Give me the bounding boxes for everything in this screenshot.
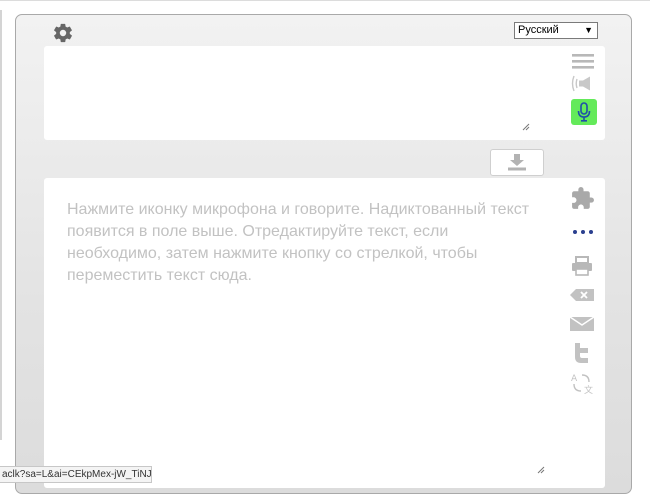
left-edge	[0, 10, 2, 440]
result-placeholder: Нажмите иконку микрофона и говорите. Над…	[67, 201, 530, 284]
dropdown-arrow-icon: ▼	[584, 25, 593, 35]
menu-icon[interactable]	[572, 53, 594, 69]
language-select[interactable]: Русский ▼	[514, 22, 598, 39]
language-select-value: Русский	[518, 24, 559, 36]
puzzle-icon[interactable]	[570, 186, 595, 211]
svg-text:A: A	[571, 374, 578, 384]
dictation-input-area[interactable]	[44, 46, 605, 140]
email-icon[interactable]	[570, 317, 594, 331]
more-icon[interactable]	[571, 228, 595, 236]
speaker-icon[interactable]	[571, 75, 593, 92]
resize-handle-icon[interactable]	[522, 123, 530, 131]
print-icon[interactable]	[571, 256, 593, 276]
resize-handle-icon[interactable]	[537, 466, 545, 474]
microphone-icon	[577, 102, 591, 122]
window-top-border	[0, 0, 650, 1]
twitter-icon[interactable]	[573, 343, 590, 363]
svg-text:文: 文	[584, 384, 593, 395]
gear-icon[interactable]	[52, 22, 74, 44]
status-bar-url: aclk?sa=L&ai=CEkpMex-jW_TiNJ...	[0, 466, 152, 483]
microphone-button[interactable]	[571, 99, 597, 125]
translate-icon[interactable]: A 文	[570, 371, 594, 395]
clear-icon[interactable]	[570, 289, 594, 301]
move-text-button[interactable]	[490, 149, 544, 176]
download-arrow-icon	[508, 154, 526, 171]
